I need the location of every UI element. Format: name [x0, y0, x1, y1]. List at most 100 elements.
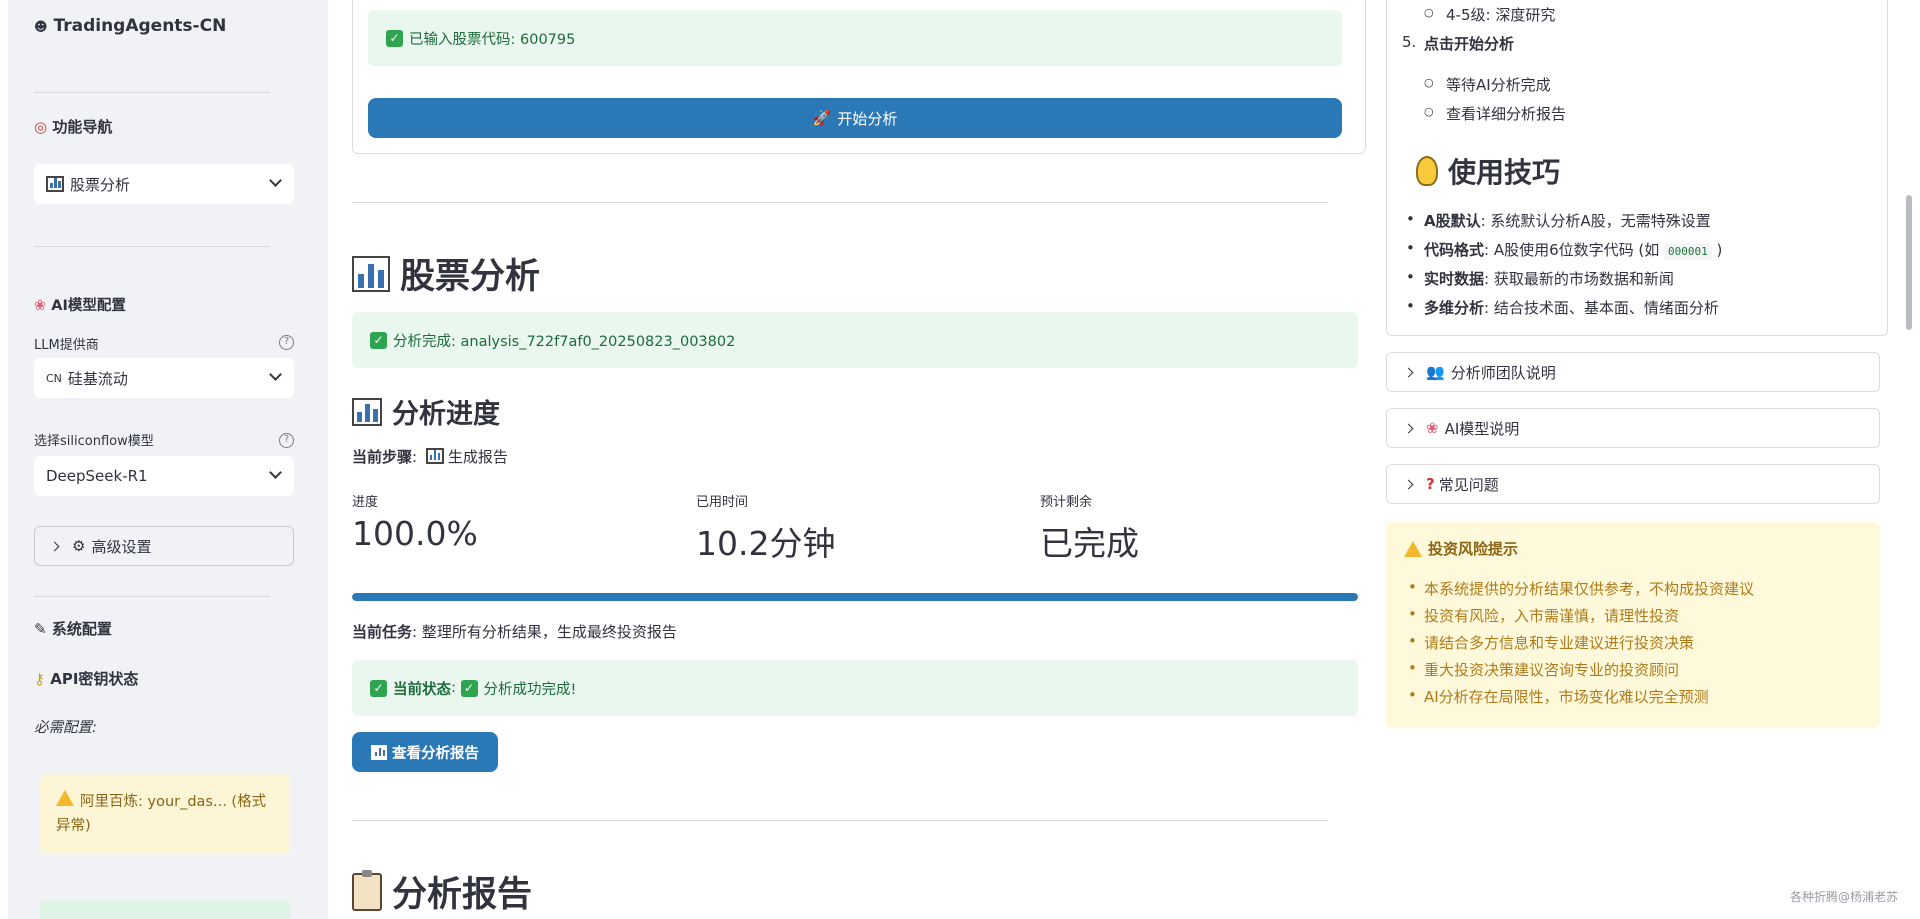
- step5-sub-2: 查看详细分析报告: [1424, 103, 1566, 124]
- warning-icon: [56, 790, 74, 806]
- status-value: 分析成功完成!: [483, 681, 577, 698]
- bar-chart-icon: [371, 744, 387, 760]
- ai-model-expander[interactable]: ❀ AI模型说明: [1386, 408, 1880, 448]
- stock-analysis-title: 股票分析: [352, 248, 540, 299]
- lightbulb-icon: [1416, 156, 1438, 186]
- llm-provider-value: 硅基流动: [67, 369, 128, 388]
- tip-item: A股默认: 系统默认分析A股，无需特殊设置: [1406, 210, 1711, 231]
- risk-item: 投资有风险，入市需谨慎，请理性投资: [1408, 605, 1679, 626]
- chevron-down-icon: [269, 466, 282, 479]
- progress-title-text: 分析进度: [392, 399, 500, 430]
- tip-bold: 实时数据: [1424, 270, 1485, 288]
- tip-text: : A股使用6位数字代码 (如: [1484, 241, 1665, 259]
- target-icon: ◎: [34, 118, 48, 136]
- metric-remaining-label: 预计剩余: [1040, 495, 1093, 510]
- progress-title: 分析进度: [352, 392, 500, 431]
- warning-icon: [1404, 540, 1422, 557]
- status-alert: ✓ 当前状态: ✓ 分析成功完成!: [352, 660, 1358, 716]
- question-icon: ?: [1426, 475, 1435, 493]
- risk-item: 本系统提供的分析结果仅供参考，不构成投资建议: [1408, 578, 1754, 599]
- api-section-label: API密钥状态: [50, 670, 139, 688]
- view-report-label: 查看分析报告: [392, 745, 479, 762]
- report-title-text: 分析报告: [392, 875, 533, 915]
- faq-label: 常见问题: [1438, 475, 1499, 494]
- advanced-settings-expander[interactable]: ⚙ 高级设置: [34, 526, 294, 566]
- tip-bold: 多维分析: [1424, 299, 1485, 317]
- step5-number: 5.: [1402, 33, 1417, 51]
- tip-text: : 获取最新的市场数据和新闻: [1484, 270, 1674, 288]
- key-icon: ⚷: [34, 670, 45, 688]
- risk-item: 请结合多方信息和专业建议进行投资决策: [1408, 632, 1694, 653]
- current-task-value: 整理所有分析结果，生成最终投资报告: [421, 623, 677, 641]
- chevron-down-icon: [269, 368, 282, 381]
- tip-text: : 结合技术面、基本面、情绪面分析: [1484, 299, 1719, 317]
- divider: [352, 820, 1328, 821]
- analyst-team-expander[interactable]: 👥 分析师团队说明: [1386, 352, 1880, 392]
- bar-chart-icon: [352, 255, 390, 292]
- divider: [34, 596, 270, 597]
- ticker-input-text: 已输入股票代码: 600795: [409, 31, 576, 48]
- faq-expander[interactable]: ? 常见问题: [1386, 464, 1880, 504]
- app-title-text: TradingAgents-CN: [53, 16, 227, 36]
- view-report-button[interactable]: 查看分析报告: [352, 732, 498, 772]
- watermark: 各种折腾@杨浦老苏: [1790, 890, 1899, 904]
- api-key-warning-text: 阿里百炼: your_das... (格式异常): [56, 794, 267, 834]
- chevron-right-icon: [49, 541, 60, 551]
- brain-icon: ❀: [34, 298, 47, 314]
- help-panel: 4-5级: 深度研究 5. 点击开始分析 等待AI分析完成 查看详细分析报告 使…: [1378, 0, 1888, 919]
- required-config-label: 必需配置:: [34, 720, 97, 736]
- tip-code: 000001: [1664, 243, 1712, 260]
- chevron-right-icon: [1403, 367, 1414, 377]
- brain-icon: ☻: [34, 20, 48, 35]
- progress-bar: [352, 593, 1358, 601]
- tip-item: 代码格式: A股使用6位数字代码 (如 000001 ): [1406, 239, 1722, 260]
- analyst-team-label: 分析师团队说明: [1450, 363, 1556, 382]
- status-box: [40, 900, 290, 919]
- wrench-icon: ✎: [34, 620, 47, 638]
- llm-provider-label: LLM提供商: [34, 338, 99, 353]
- current-step-value: 生成报告: [447, 448, 508, 466]
- metric-progress-value: 100.0%: [352, 514, 478, 553]
- step4-sub: 4-5级: 深度研究: [1424, 4, 1555, 25]
- analysis-complete-text: 分析完成: analysis_722f7af0_20250823_003802: [393, 333, 736, 350]
- help-icon[interactable]: ?: [279, 335, 294, 350]
- ticker-input-alert: ✓ 已输入股票代码: 600795: [368, 10, 1342, 66]
- advanced-settings-label: 高级设置: [91, 537, 152, 556]
- progress-bar-fill: [352, 593, 1358, 601]
- api-section-title: ⚷ API密钥状态: [34, 668, 138, 689]
- analysis-complete-alert: ✓ 分析完成: analysis_722f7af0_20250823_00380…: [352, 312, 1358, 368]
- brain-icon: ❀: [1426, 419, 1439, 437]
- ai-section-title: ❀ AI模型配置: [34, 294, 126, 315]
- nav-select[interactable]: 股票分析: [34, 164, 294, 204]
- chevron-down-icon: [269, 174, 282, 187]
- help-icon[interactable]: ?: [279, 433, 294, 448]
- metric-elapsed-label: 已用时间: [696, 495, 749, 510]
- ai-model-label: AI模型说明: [1444, 419, 1520, 438]
- current-step-label: 当前步骤: [352, 448, 413, 466]
- chevron-right-icon: [1403, 423, 1414, 433]
- divider: [34, 246, 270, 247]
- llm-prefix: CN: [46, 371, 62, 385]
- nav-section-label: 功能导航: [52, 118, 113, 136]
- scrollbar[interactable]: [1906, 195, 1912, 330]
- risk-item: 重大投资决策建议咨询专业的投资顾问: [1408, 659, 1679, 680]
- report-title: 分析报告: [352, 866, 532, 917]
- start-analysis-button[interactable]: 🚀 开始分析: [368, 98, 1342, 138]
- nav-section-title: ◎ 功能导航: [34, 116, 112, 137]
- divider: [34, 92, 270, 93]
- status-colon: :: [451, 680, 461, 696]
- stock-analysis-title-text: 股票分析: [400, 257, 541, 297]
- bar-chart-icon: [425, 448, 444, 464]
- model-select-label: 选择siliconflow模型: [34, 434, 154, 449]
- api-key-warning: 阿里百炼: your_das... (格式异常): [40, 774, 290, 854]
- risk-warning-title: 投资风险提示: [1404, 538, 1518, 559]
- tips-title-text: 使用技巧: [1448, 156, 1561, 189]
- model-select[interactable]: DeepSeek-R1: [34, 456, 294, 496]
- main-content: ✓ 已输入股票代码: 600795 🚀 开始分析 股票分析 ✓ 分析完成: an…: [328, 0, 1378, 919]
- system-section-title: ✎ 系统配置: [34, 618, 112, 639]
- current-task: 当前任务: 整理所有分析结果，生成最终投资报告: [352, 623, 677, 641]
- llm-provider-select[interactable]: CN 硅基流动: [34, 358, 294, 398]
- check-icon: ✓: [460, 679, 478, 697]
- model-select-value: DeepSeek-R1: [46, 467, 148, 485]
- tip-bold: 代码格式: [1424, 241, 1485, 259]
